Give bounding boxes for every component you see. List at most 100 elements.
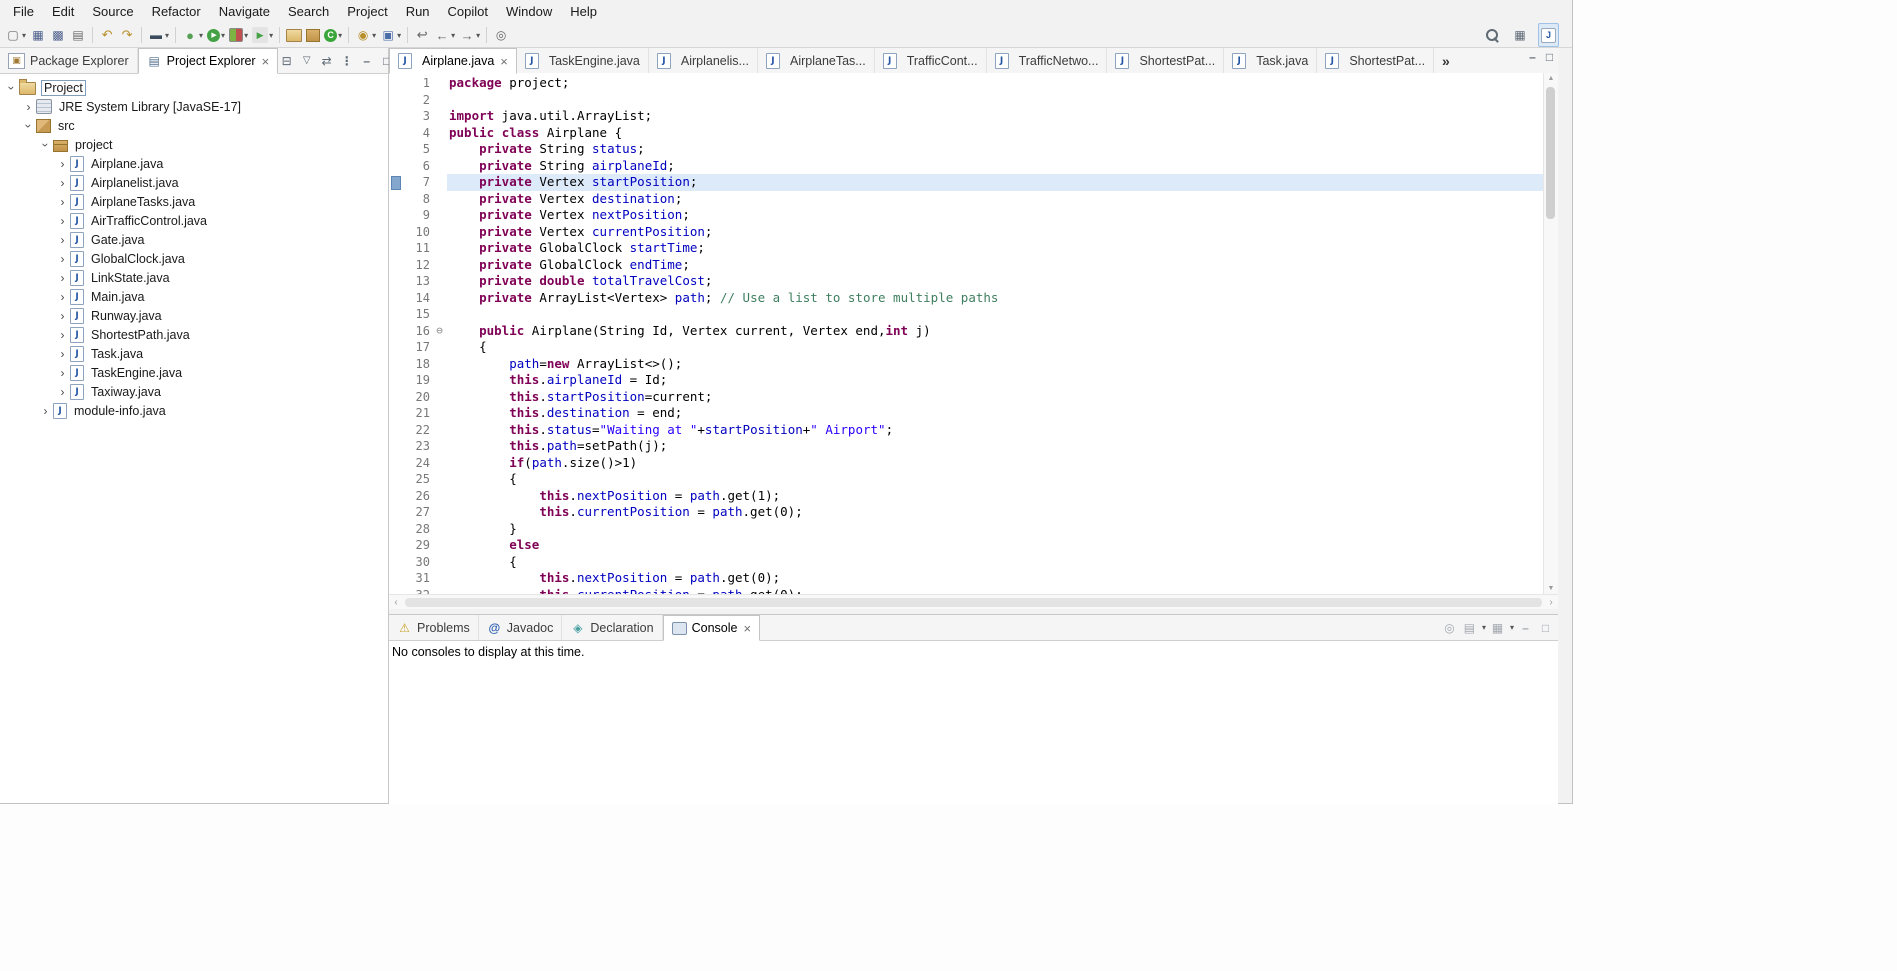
dropdown-arrow-icon[interactable]: ▾ (1482, 623, 1486, 632)
expand-icon[interactable]: › (55, 195, 70, 209)
code-line-2[interactable]: 2 (389, 92, 1544, 109)
expand-icon[interactable]: › (55, 214, 70, 228)
tree-item-taxiway-java[interactable]: ›Taxiway.java (0, 382, 388, 401)
horizontal-scroll-thumb[interactable] (405, 598, 1542, 607)
open-console-button[interactable]: ▾ (146, 24, 171, 46)
editor-tab-trafficcont[interactable]: TrafficCont... (875, 48, 987, 73)
code-line-30[interactable]: 30 { (389, 554, 1544, 571)
minimize-icon[interactable] (358, 52, 375, 70)
java-search-button[interactable]: ▾ (353, 24, 378, 46)
forward-button[interactable]: ▾ (457, 24, 482, 46)
minimize-icon[interactable] (1517, 619, 1534, 637)
horizontal-scrollbar[interactable]: ‹ › (389, 594, 1558, 609)
editor-tab-airplanetas[interactable]: AirplaneTas... (758, 48, 875, 73)
link-with-editor-icon[interactable] (318, 52, 335, 70)
menu-navigate[interactable]: Navigate (210, 1, 279, 22)
collapse-icon[interactable]: › (39, 137, 53, 152)
code-line-22[interactable]: 22 this.status="Waiting at "+startPositi… (389, 422, 1544, 439)
external-tools-button[interactable]: ▾ (250, 24, 275, 46)
scroll-down-icon[interactable]: ▼ (1544, 585, 1558, 592)
search-button[interactable] (1483, 24, 1502, 46)
pin-editor-button[interactable] (491, 24, 511, 46)
scroll-right-icon[interactable]: › (1544, 597, 1558, 608)
new-package-button[interactable] (304, 24, 322, 46)
save-all-button[interactable] (48, 24, 68, 46)
open-task-button[interactable]: ▾ (378, 24, 403, 46)
dropdown-arrow-icon[interactable]: ▾ (1510, 623, 1514, 632)
code-line-23[interactable]: 23 this.path=setPath(j); (389, 438, 1544, 455)
scroll-left-icon[interactable]: ‹ (389, 597, 403, 608)
close-tab-icon[interactable]: × (262, 55, 270, 68)
code-line-15[interactable]: 15 (389, 306, 1544, 323)
dropdown-arrow-icon[interactable]: ▾ (269, 31, 273, 40)
redo-button[interactable] (117, 24, 137, 46)
tree-item-taskengine-java[interactable]: ›TaskEngine.java (0, 363, 388, 382)
tree-item-project[interactable]: ›project (0, 135, 388, 154)
editor-tab-airplanelis[interactable]: Airplanelis... (649, 48, 758, 73)
tree-item-shortestpath-java[interactable]: ›ShortestPath.java (0, 325, 388, 344)
code-line-25[interactable]: 25 { (389, 471, 1544, 488)
tree-item-module-info-java[interactable]: ›module-info.java (0, 401, 388, 420)
tree-item-jre-system-library-javase-17[interactable]: ›JRE System Library [JavaSE-17] (0, 97, 388, 116)
expand-icon[interactable]: › (55, 328, 70, 342)
collapse-icon[interactable]: › (5, 80, 19, 95)
view-tab-problems[interactable]: Problems (389, 615, 479, 640)
code-line-20[interactable]: 20 this.startPosition=current; (389, 389, 1544, 406)
dropdown-arrow-icon[interactable]: ▾ (221, 31, 225, 40)
expand-icon[interactable]: › (55, 385, 70, 399)
expand-icon[interactable]: › (55, 271, 70, 285)
code-line-28[interactable]: 28 } (389, 521, 1544, 538)
new-class-button[interactable]: ▾ (322, 24, 344, 46)
dropdown-arrow-icon[interactable]: ▾ (397, 31, 401, 40)
view-tab-declaration[interactable]: Declaration (562, 615, 662, 640)
menu-window[interactable]: Window (497, 1, 561, 22)
tree-item-src[interactable]: ›src (0, 116, 388, 135)
view-menu-icon[interactable] (338, 52, 355, 70)
java-perspective-button[interactable] (1538, 23, 1559, 47)
code-line-7[interactable]: 7 private Vertex startPosition; (389, 174, 1544, 191)
collapse-all-icon[interactable] (278, 52, 295, 70)
code-line-9[interactable]: 9 private Vertex nextPosition; (389, 207, 1544, 224)
tree-item-globalclock-java[interactable]: ›GlobalClock.java (0, 249, 388, 268)
dropdown-arrow-icon[interactable]: ▾ (372, 31, 376, 40)
tree-item-gate-java[interactable]: ›Gate.java (0, 230, 388, 249)
new-wizard-button[interactable]: ▾ (3, 24, 28, 46)
open-console-icon[interactable] (1489, 619, 1506, 637)
collapse-icon[interactable]: › (22, 118, 36, 133)
editor-tab-overflow[interactable]: » (1442, 53, 1450, 69)
expand-icon[interactable]: › (55, 290, 70, 304)
view-tab-project-explorer[interactable]: Project Explorer× (138, 48, 279, 74)
editor-tab-task-java[interactable]: Task.java (1224, 48, 1317, 73)
tree-item-task-java[interactable]: ›Task.java (0, 344, 388, 363)
print-button[interactable] (68, 24, 88, 46)
open-perspective-button[interactable] (1510, 24, 1530, 46)
dropdown-arrow-icon[interactable]: ▾ (451, 31, 455, 40)
editor-tab-shortestpat[interactable]: ShortestPat... (1107, 48, 1224, 73)
code-line-12[interactable]: 12 private GlobalClock endTime; (389, 257, 1544, 274)
tree-item-linkstate-java[interactable]: ›LinkState.java (0, 268, 388, 287)
code-line-18[interactable]: 18 path=new ArrayList<>(); (389, 356, 1544, 373)
expand-icon[interactable]: › (55, 176, 70, 190)
code-line-17[interactable]: 17 { (389, 339, 1544, 356)
code-line-13[interactable]: 13 private double totalTravelCost; (389, 273, 1544, 290)
expand-icon[interactable]: › (21, 100, 36, 114)
save-button[interactable] (28, 24, 48, 46)
code-line-6[interactable]: 6 private String airplaneId; (389, 158, 1544, 175)
menu-file[interactable]: File (4, 1, 43, 22)
filter-icon[interactable] (298, 52, 315, 70)
scroll-up-icon[interactable]: ▲ (1544, 75, 1558, 82)
code-line-26[interactable]: 26 this.nextPosition = path.get(1); (389, 488, 1544, 505)
expand-icon[interactable]: › (55, 157, 70, 171)
dropdown-arrow-icon[interactable]: ▾ (199, 31, 203, 40)
last-edit-location-button[interactable] (412, 24, 432, 46)
code-line-27[interactable]: 27 this.currentPosition = path.get(0); (389, 504, 1544, 521)
close-tab-icon[interactable]: × (743, 622, 751, 635)
dropdown-arrow-icon[interactable]: ▾ (165, 31, 169, 40)
code-editor[interactable]: 1package project;23import java.util.Arra… (389, 73, 1558, 594)
menu-help[interactable]: Help (561, 1, 606, 22)
code-line-10[interactable]: 10 private Vertex currentPosition; (389, 224, 1544, 241)
close-tab-icon[interactable]: × (500, 55, 508, 68)
menu-refactor[interactable]: Refactor (143, 1, 210, 22)
code-line-14[interactable]: 14 private ArrayList<Vertex> path; // Us… (389, 290, 1544, 307)
fold-collapse-icon[interactable]: ⊖ (432, 323, 447, 340)
